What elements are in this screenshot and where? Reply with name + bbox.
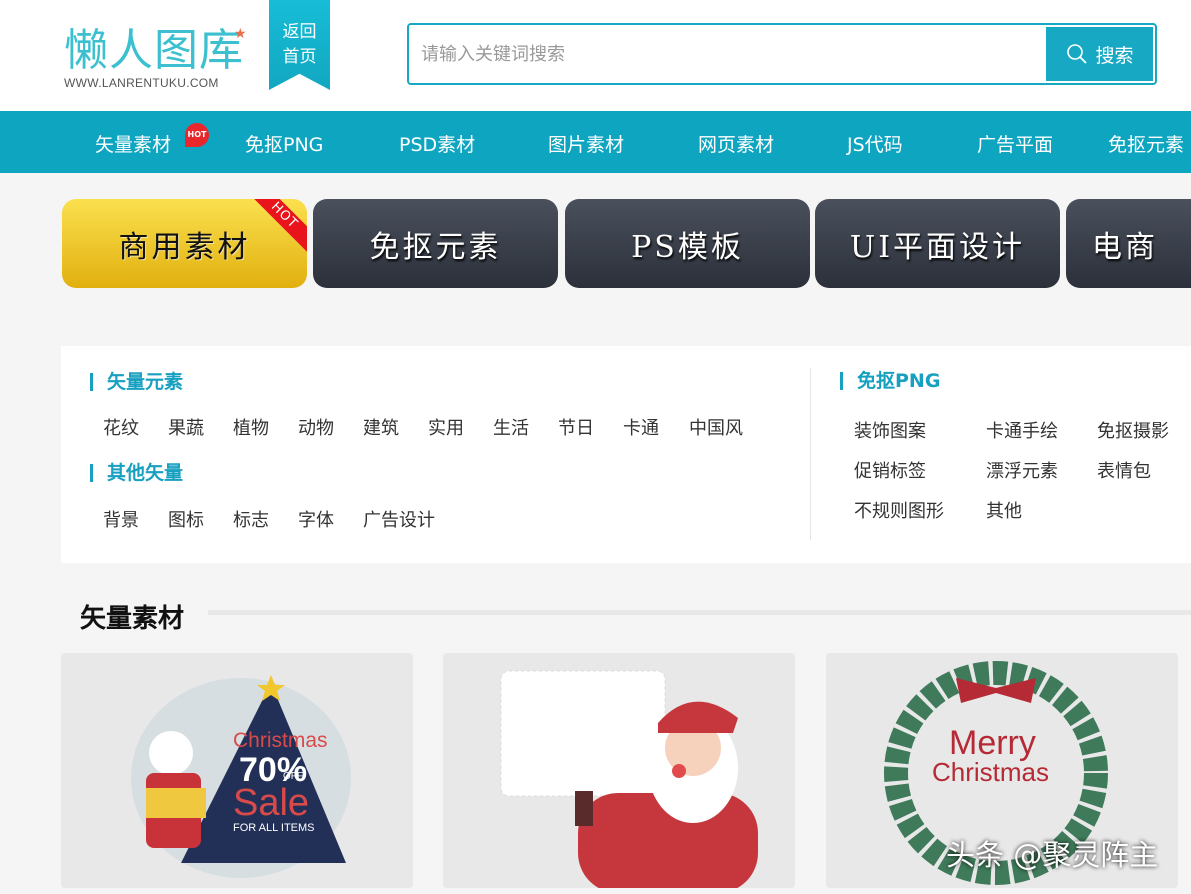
nav-item-elements[interactable]: 免抠元素 <box>1108 130 1184 157</box>
category-link[interactable]: 植物 <box>233 414 269 440</box>
category-link[interactable]: 建筑 <box>363 414 399 440</box>
category-link[interactable]: 节日 <box>558 414 594 440</box>
card-christmas-sale[interactable]: Christmas 70% OFF Sale FOR ALL ITEMS <box>61 653 413 888</box>
category-link[interactable]: 动物 <box>298 414 334 440</box>
banner-ps-templates[interactable]: PS模板 <box>565 199 810 288</box>
section-divider <box>208 610 1191 615</box>
category-link[interactable]: 漂浮元素 <box>986 457 1058 483</box>
banner-ecommerce[interactable]: 电商 <box>1066 199 1191 288</box>
card-text: OFF <box>283 771 303 782</box>
logo[interactable]: 懒人图库 ★ WWW.LANRENTUKU.COM <box>64 25 247 91</box>
search-button-label: 搜索 <box>1095 44 1134 67</box>
category-link[interactable]: 不规则图形 <box>854 497 944 523</box>
header: 懒人图库 ★ WWW.LANRENTUKU.COM 返回首页 搜索 <box>0 0 1191 111</box>
banner-ui-design[interactable]: UI平面设计 <box>815 199 1060 288</box>
category-link[interactable]: 广告设计 <box>363 506 435 532</box>
nav-item-web[interactable]: 网页素材 <box>698 130 774 157</box>
banner-commercial[interactable]: 商用素材 HOT <box>62 199 307 288</box>
category-link[interactable]: 图标 <box>168 506 204 532</box>
santa-sign-illustration <box>500 670 758 888</box>
logo-text: 懒人图库 <box>64 25 244 76</box>
category-link[interactable]: 促销标签 <box>854 457 926 483</box>
card-text: Sale <box>233 782 309 824</box>
divider <box>810 368 811 540</box>
nav-item-js[interactable]: JS代码 <box>847 130 903 157</box>
card-text: FOR ALL ITEMS <box>233 822 315 834</box>
card-text: Christmas <box>932 757 1049 787</box>
category-title-other: 其他矢量 <box>90 464 183 483</box>
category-link[interactable]: 标志 <box>233 506 269 532</box>
hot-badge: HOT <box>185 123 209 147</box>
search-input[interactable] <box>421 39 1021 69</box>
search-button[interactable]: 搜索 <box>1046 27 1153 81</box>
star-icon: ★ <box>234 26 247 42</box>
category-link[interactable]: 花纹 <box>103 414 139 440</box>
nav-item-vector[interactable]: 矢量素材 <box>95 130 171 157</box>
nav-item-psd[interactable]: PSD素材 <box>399 130 475 157</box>
banner-label: 商用素材 <box>118 229 251 265</box>
category-link[interactable]: 实用 <box>428 414 464 440</box>
section-title: 矢量素材 <box>80 604 185 634</box>
category-title-vector: 矢量元素 <box>90 373 183 392</box>
back-home-ribbon[interactable]: 返回首页 <box>269 0 330 90</box>
category-link[interactable]: 卡通 <box>623 414 659 440</box>
nav-item-ads[interactable]: 广告平面 <box>977 130 1053 157</box>
card-text: Christmas <box>233 729 328 752</box>
search-icon <box>1067 44 1088 64</box>
category-link[interactable]: 装饰图案 <box>854 417 926 443</box>
category-link[interactable]: 其他 <box>986 497 1022 523</box>
nav-item-images[interactable]: 图片素材 <box>548 130 624 157</box>
category-title-png: 免抠PNG <box>840 372 940 391</box>
category-link[interactable]: 生活 <box>493 414 529 440</box>
category-link[interactable]: 果蔬 <box>168 414 204 440</box>
main-nav: 矢量素材 HOT 免抠PNG PSD素材 图片素材 网页素材 JS代码 广告平面… <box>0 111 1191 173</box>
category-link[interactable]: 免抠摄影 <box>1097 417 1169 443</box>
category-link[interactable]: 中国风 <box>689 414 743 440</box>
logo-url: WWW.LANRENTUKU.COM <box>64 76 219 90</box>
card-santa-sign[interactable] <box>443 653 795 888</box>
watermark: 头条 @聚灵阵主 <box>946 838 1159 872</box>
category-link[interactable]: 表情包 <box>1097 457 1151 483</box>
nav-item-png[interactable]: 免抠PNG <box>245 130 323 157</box>
banner-elements[interactable]: 免抠元素 <box>313 199 558 288</box>
category-link[interactable]: 卡通手绘 <box>986 417 1058 443</box>
category-link[interactable]: 背景 <box>103 506 139 532</box>
category-link[interactable]: 字体 <box>298 506 334 532</box>
christmas-sale-illustration: Christmas 70% OFF Sale FOR ALL ITEMS <box>131 675 351 878</box>
category-panel: 矢量元素 花纹 果蔬 植物 动物 建筑 实用 生活 节日 卡通 中国风 其他矢量 背景 图标 标志 字体… <box>61 346 1191 563</box>
hot-corner: HOT <box>245 199 307 255</box>
search-box: 搜索 <box>407 23 1157 85</box>
